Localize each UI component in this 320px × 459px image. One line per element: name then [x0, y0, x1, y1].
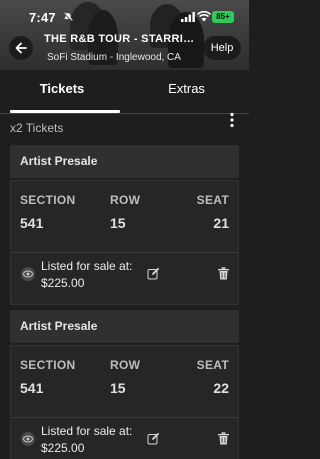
seat-label: SEAT	[196, 193, 229, 207]
seat-label: SEAT	[196, 358, 229, 372]
trash-icon[interactable]	[218, 432, 229, 445]
ticket-group-label: Artist Presale	[20, 319, 98, 333]
seat-value: 21	[213, 215, 229, 231]
wifi-icon	[197, 11, 211, 22]
signal-icon	[181, 12, 195, 22]
section-label: SECTION	[20, 358, 76, 372]
section-value: 541	[20, 380, 44, 396]
event-title: THE R&B TOUR - STARRING...	[44, 33, 200, 45]
bell-slash-icon	[63, 12, 73, 22]
tab-extras[interactable]: Extras	[124, 70, 249, 114]
arrow-left-icon	[15, 42, 27, 54]
edit-icon[interactable]	[147, 432, 160, 445]
divider	[11, 417, 238, 418]
ticket-card: SECTION ROW SEAT 541 15 22 Listed for sa…	[10, 345, 239, 459]
row-label: ROW	[110, 193, 141, 207]
seat-value: 22	[213, 380, 229, 396]
help-button[interactable]: Help	[203, 36, 241, 60]
listing-status: Listed for sale at: $225.00	[41, 258, 151, 292]
battery-indicator: 85+	[212, 11, 234, 23]
listing-label: Listed for sale at:	[41, 259, 133, 273]
row-label: ROW	[110, 358, 141, 372]
more-vertical-icon[interactable]	[226, 112, 238, 128]
listing-status: Listed for sale at: $225.00	[41, 423, 151, 457]
listing-price: $225.00	[41, 441, 85, 455]
ticket-group-header: Artist Presale	[10, 310, 239, 343]
tab-tickets[interactable]: Tickets	[0, 70, 124, 114]
ticket-group-header: Artist Presale	[10, 145, 239, 178]
ticket-group-label: Artist Presale	[20, 154, 98, 168]
listing-price: $225.00	[41, 276, 85, 290]
back-button[interactable]	[9, 36, 33, 60]
active-tab-indicator	[10, 110, 120, 113]
status-time: 7:47	[29, 10, 56, 25]
trash-icon[interactable]	[218, 267, 229, 280]
section-label: SECTION	[20, 193, 76, 207]
status-bar: 7:47 85+	[0, 0, 249, 26]
row-value: 15	[110, 380, 126, 396]
eye-icon	[21, 432, 35, 446]
eye-icon	[21, 267, 35, 281]
listing-label: Listed for sale at:	[41, 424, 133, 438]
row-value: 15	[110, 215, 126, 231]
event-venue: SoFi Stadium - Inglewood, CA	[47, 52, 181, 63]
divider	[11, 252, 238, 253]
edit-icon[interactable]	[147, 267, 160, 280]
tab-bar: Tickets Extras	[0, 70, 249, 114]
section-value: 541	[20, 215, 44, 231]
ticket-count: x2 Tickets	[10, 121, 64, 135]
ticket-card: SECTION ROW SEAT 541 15 21 Listed for sa…	[10, 180, 239, 305]
